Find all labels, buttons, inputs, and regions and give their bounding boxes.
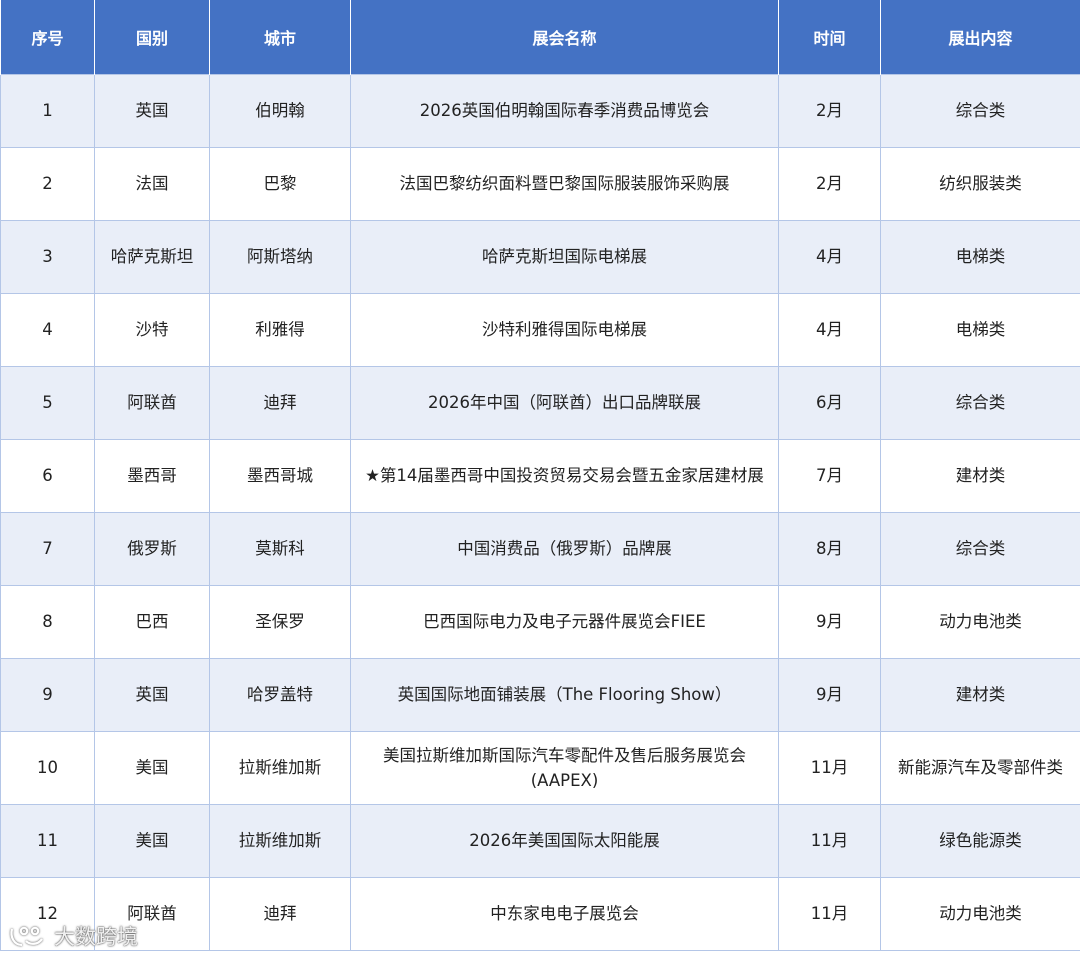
cell-time: 11月: [778, 730, 881, 805]
cell-country: 英国: [94, 73, 210, 148]
header-country: 国别: [94, 0, 210, 74]
table-body: 1 英国 伯明翰 2026英国伯明翰国际春季消费品博览会 2月 综合类 2 法国…: [0, 73, 1080, 951]
cell-no: 12: [0, 876, 95, 951]
cell-country: 阿联酋: [94, 365, 210, 440]
cell-city: 莫斯科: [209, 511, 351, 586]
cell-time: 4月: [778, 292, 881, 367]
cell-expo-name: 2026英国伯明翰国际春季消费品博览会: [350, 73, 779, 148]
table-row: 1 英国 伯明翰 2026英国伯明翰国际春季消费品博览会 2月 综合类: [0, 73, 1080, 148]
cell-country: 巴西: [94, 584, 210, 659]
cell-time: 11月: [778, 876, 881, 951]
cell-expo-name: 英国国际地面铺装展（The Flooring Show）: [350, 657, 779, 732]
cell-no: 1: [0, 73, 95, 148]
cell-category: 电梯类: [880, 219, 1080, 294]
cell-country: 阿联酋: [94, 876, 210, 951]
header-city: 城市: [209, 0, 351, 74]
cell-category: 动力电池类: [880, 876, 1080, 951]
cell-city: 拉斯维加斯: [209, 803, 351, 878]
cell-city: 阿斯塔纳: [209, 219, 351, 294]
cell-country: 英国: [94, 657, 210, 732]
cell-expo-name: 哈萨克斯坦国际电梯展: [350, 219, 779, 294]
header-no: 序号: [0, 0, 95, 74]
cell-category: 综合类: [880, 73, 1080, 148]
expo-table: 序号 国别 城市 展会名称 时间 展出内容 1 英国 伯明翰 2026英国伯明翰…: [0, 0, 1080, 951]
cell-expo-name: 2026年美国国际太阳能展: [350, 803, 779, 878]
cell-city: 迪拜: [209, 876, 351, 951]
header-category: 展出内容: [880, 0, 1080, 74]
table-header: 序号 国别 城市 展会名称 时间 展出内容: [0, 0, 1080, 74]
table-row: 3 哈萨克斯坦 阿斯塔纳 哈萨克斯坦国际电梯展 4月 电梯类: [0, 219, 1080, 294]
cell-expo-name: 2026年中国（阿联酋）出口品牌联展: [350, 365, 779, 440]
cell-city: 墨西哥城: [209, 438, 351, 513]
cell-no: 10: [0, 730, 95, 805]
cell-time: 4月: [778, 219, 881, 294]
table-row: 10 美国 拉斯维加斯 美国拉斯维加斯国际汽车零配件及售后服务展览会(AAPEX…: [0, 730, 1080, 805]
cell-category: 电梯类: [880, 292, 1080, 367]
table-row: 2 法国 巴黎 法国巴黎纺织面料暨巴黎国际服装服饰采购展 2月 纺织服装类: [0, 146, 1080, 221]
table-row: 6 墨西哥 墨西哥城 ★第14届墨西哥中国投资贸易交易会暨五金家居建材展 7月 …: [0, 438, 1080, 513]
header-row: 序号 国别 城市 展会名称 时间 展出内容: [0, 0, 1080, 74]
cell-no: 4: [0, 292, 95, 367]
cell-country: 哈萨克斯坦: [94, 219, 210, 294]
cell-city: 迪拜: [209, 365, 351, 440]
cell-no: 5: [0, 365, 95, 440]
cell-category: 新能源汽车及零部件类: [880, 730, 1080, 805]
table-row: 5 阿联酋 迪拜 2026年中国（阿联酋）出口品牌联展 6月 综合类: [0, 365, 1080, 440]
cell-expo-name: 巴西国际电力及电子元器件展览会FIEE: [350, 584, 779, 659]
cell-category: 绿色能源类: [880, 803, 1080, 878]
cell-city: 巴黎: [209, 146, 351, 221]
cell-time: 11月: [778, 803, 881, 878]
cell-city: 拉斯维加斯: [209, 730, 351, 805]
cell-city: 哈罗盖特: [209, 657, 351, 732]
table-row: 4 沙特 利雅得 沙特利雅得国际电梯展 4月 电梯类: [0, 292, 1080, 367]
cell-city: 利雅得: [209, 292, 351, 367]
cell-country: 法国: [94, 146, 210, 221]
cell-country: 墨西哥: [94, 438, 210, 513]
cell-category: 动力电池类: [880, 584, 1080, 659]
cell-time: 2月: [778, 73, 881, 148]
cell-city: 圣保罗: [209, 584, 351, 659]
cell-no: 11: [0, 803, 95, 878]
table-row: 12 阿联酋 迪拜 中东家电电子展览会 11月 动力电池类: [0, 876, 1080, 951]
cell-expo-name: 中东家电电子展览会: [350, 876, 779, 951]
cell-no: 7: [0, 511, 95, 586]
cell-category: 综合类: [880, 365, 1080, 440]
table-row: 11 美国 拉斯维加斯 2026年美国国际太阳能展 11月 绿色能源类: [0, 803, 1080, 878]
cell-time: 6月: [778, 365, 881, 440]
cell-expo-name: 法国巴黎纺织面料暨巴黎国际服装服饰采购展: [350, 146, 779, 221]
cell-no: 6: [0, 438, 95, 513]
cell-country: 美国: [94, 730, 210, 805]
cell-expo-name: ★第14届墨西哥中国投资贸易交易会暨五金家居建材展: [350, 438, 779, 513]
cell-country: 沙特: [94, 292, 210, 367]
cell-category: 建材类: [880, 657, 1080, 732]
cell-country: 美国: [94, 803, 210, 878]
cell-expo-name: 沙特利雅得国际电梯展: [350, 292, 779, 367]
cell-time: 7月: [778, 438, 881, 513]
cell-no: 3: [0, 219, 95, 294]
cell-expo-name: 美国拉斯维加斯国际汽车零配件及售后服务展览会(AAPEX): [350, 730, 779, 805]
table-row: 7 俄罗斯 莫斯科 中国消费品（俄罗斯）品牌展 8月 综合类: [0, 511, 1080, 586]
cell-city: 伯明翰: [209, 73, 351, 148]
cell-no: 9: [0, 657, 95, 732]
cell-country: 俄罗斯: [94, 511, 210, 586]
cell-time: 8月: [778, 511, 881, 586]
cell-time: 9月: [778, 657, 881, 732]
cell-category: 综合类: [880, 511, 1080, 586]
cell-expo-name: 中国消费品（俄罗斯）品牌展: [350, 511, 779, 586]
cell-time: 9月: [778, 584, 881, 659]
cell-no: 8: [0, 584, 95, 659]
table-row: 9 英国 哈罗盖特 英国国际地面铺装展（The Flooring Show） 9…: [0, 657, 1080, 732]
table-row: 8 巴西 圣保罗 巴西国际电力及电子元器件展览会FIEE 9月 动力电池类: [0, 584, 1080, 659]
cell-category: 纺织服装类: [880, 146, 1080, 221]
header-expo-name: 展会名称: [350, 0, 779, 74]
header-time: 时间: [778, 0, 881, 74]
cell-time: 2月: [778, 146, 881, 221]
cell-category: 建材类: [880, 438, 1080, 513]
cell-no: 2: [0, 146, 95, 221]
